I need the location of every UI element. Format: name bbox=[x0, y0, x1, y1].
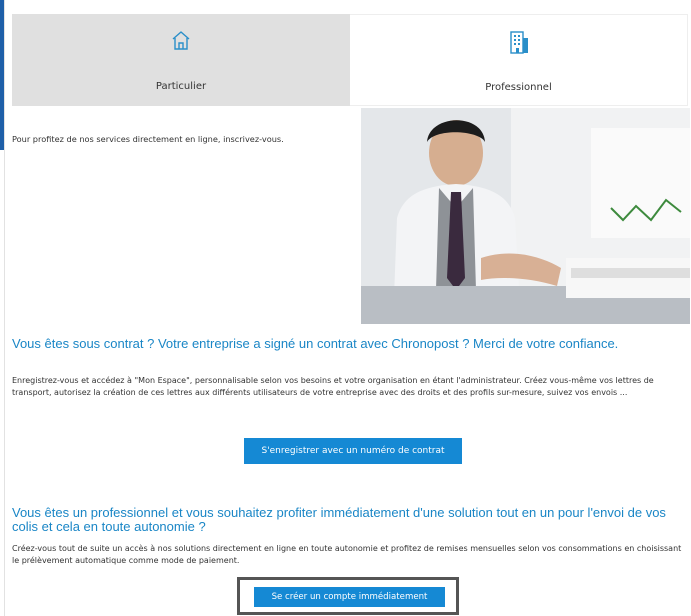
home-icon bbox=[12, 28, 350, 56]
tab-particulier-label: Particulier bbox=[155, 81, 207, 92]
tab-particulier[interactable]: Particulier bbox=[12, 14, 350, 106]
contract-heading: Vous êtes sous contrat ? Votre entrepris… bbox=[12, 336, 619, 351]
businessman-photo bbox=[361, 108, 690, 324]
account-type-tabs: Particulier Professionnel bbox=[12, 14, 688, 106]
create-account-button[interactable]: Se créer un compte immédiatement bbox=[254, 587, 445, 607]
create-account-highlight: Se créer un compte immédiatement bbox=[237, 577, 459, 615]
intro-text: Pour profitez de nos services directemen… bbox=[12, 134, 284, 144]
contract-description: Enregistrez-vous et accédez à "Mon Espac… bbox=[12, 376, 654, 397]
building-icon bbox=[350, 29, 687, 57]
register-with-contract-button[interactable]: S'enregistrer avec un numéro de contrat bbox=[244, 438, 462, 464]
professional-heading: Vous êtes un professionnel et vous souha… bbox=[12, 505, 666, 534]
professional-description: Créez-vous tout de suite un accès à nos … bbox=[12, 544, 682, 565]
tab-professionnel[interactable]: Professionnel bbox=[350, 14, 688, 106]
tab-professionnel-label: Professionnel bbox=[485, 82, 552, 93]
